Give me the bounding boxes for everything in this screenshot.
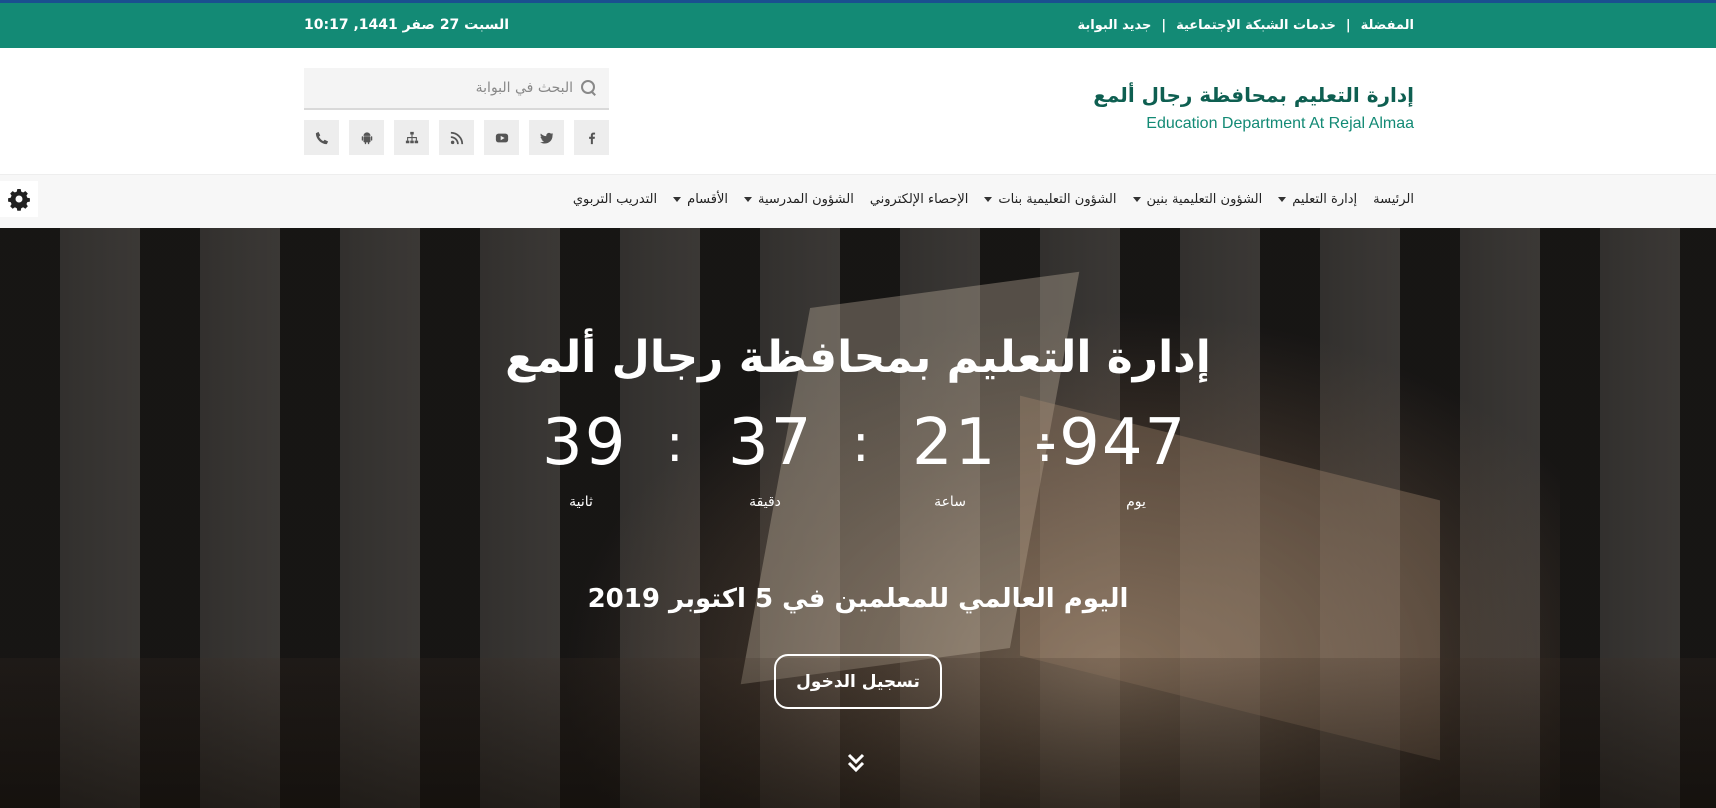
nav-item-education-admin[interactable]: إدارة التعليم (1278, 192, 1357, 207)
favorites-link[interactable]: المفضلة (1361, 18, 1414, 33)
site-brand[interactable]: إدارة التعليم بمحافظة رجال ألمع Educatio… (1093, 83, 1414, 133)
chevron-down-icon (984, 197, 993, 202)
chevron-down-icon (673, 197, 682, 202)
nav-item-label: الإحصاء الإلكتروني (869, 192, 969, 207)
nav-item-boys-affairs[interactable]: الشؤون التعليمية بنين (1132, 192, 1263, 207)
current-datetime: السبت 27 صفر 1441, 10:17 (304, 17, 510, 33)
countdown-days: -947 (1034, 406, 1188, 480)
site-header: إدارة التعليم بمحافظة رجال ألمع Educatio… (0, 48, 1716, 174)
countdown-separator: : (666, 414, 684, 474)
social-services-link[interactable]: خدمات الشبكة الإجتماعية (1176, 18, 1336, 33)
nav-item-school-affairs[interactable]: الشؤون المدرسية (744, 192, 854, 207)
countdown-seconds: 39 (542, 406, 628, 480)
sitemap-icon[interactable] (394, 120, 429, 155)
search-icon[interactable] (581, 80, 597, 96)
nav-item-departments[interactable]: الأقسام (673, 192, 728, 207)
portal-news-link[interactable]: جديد البوابة (1078, 18, 1152, 33)
chevron-down-icon (744, 197, 752, 202)
countdown-days-label: يوم (1126, 494, 1146, 510)
countdown-minutes: 37 (728, 406, 814, 480)
nav-item-label: الشؤون التعليمية بنات (998, 192, 1117, 207)
nav-item-label: الأقسام (687, 192, 728, 207)
hero-title: إدارة التعليم بمحافظة رجال ألمع (505, 332, 1211, 383)
countdown-minutes-label: دقيقة (749, 494, 781, 510)
android-icon[interactable] (349, 120, 384, 155)
chevron-down-icon (1278, 197, 1287, 202)
main-nav: الرئيسة إدارة التعليم الشؤون التعليمية ب… (0, 174, 1716, 228)
rss-icon[interactable] (439, 120, 474, 155)
nav-item-label: إدارة التعليم (1292, 192, 1358, 207)
chevron-down-icon (1132, 197, 1141, 202)
brand-title-en: Education Department At Rejal Almaa (1146, 115, 1414, 132)
nav-item-label: التدريب التربوي (572, 192, 658, 207)
countdown-separator: : (852, 414, 870, 474)
nav-item-e-statistics[interactable]: الإحصاء الإلكتروني (870, 192, 969, 207)
login-button[interactable]: تسجيل الدخول (774, 654, 942, 709)
facebook-icon[interactable] (574, 120, 609, 155)
hero-banner: إدارة التعليم بمحافظة رجال ألمع -947 : 2… (0, 228, 1716, 808)
youtube-icon[interactable] (484, 120, 519, 155)
phone-icon[interactable] (304, 120, 339, 155)
nav-item-home[interactable]: الرئيسة (1373, 192, 1414, 207)
nav-item-training[interactable]: التدريب التربوي (573, 192, 657, 207)
gear-icon[interactable] (0, 181, 38, 217)
countdown-seconds-label: ثانية (569, 494, 593, 510)
countdown-hours: 21 (912, 406, 998, 480)
top-bar: المفضلة | خدمات الشبكة الإجتماعية | جديد… (0, 3, 1716, 48)
nav-item-label: الشؤون التعليمية بنين (1146, 192, 1263, 207)
nav-list: الرئيسة إدارة التعليم الشؤون التعليمية ب… (557, 192, 1414, 207)
search-input[interactable] (323, 80, 573, 96)
brand-title-ar: إدارة التعليم بمحافظة رجال ألمع (1093, 83, 1414, 107)
search-box (304, 68, 609, 110)
top-links: المفضلة | خدمات الشبكة الإجتماعية | جديد… (1078, 18, 1414, 33)
countdown-hours-label: ساعة (934, 494, 966, 510)
separator: | (1345, 18, 1351, 33)
chevron-double-down-icon[interactable] (846, 752, 866, 776)
countdown-separator: : (1036, 414, 1054, 474)
occasion-text: اليوم العالمي للمعلمين في 5 اكتوبر 2019 (587, 584, 1129, 614)
separator: | (1161, 18, 1167, 33)
nav-item-girls-affairs[interactable]: الشؤون التعليمية بنات (984, 192, 1117, 207)
nav-item-label: الشؤون المدرسية (758, 192, 854, 207)
twitter-icon[interactable] (529, 120, 564, 155)
social-links (304, 120, 609, 155)
nav-item-label: الرئيسة (1373, 192, 1414, 207)
